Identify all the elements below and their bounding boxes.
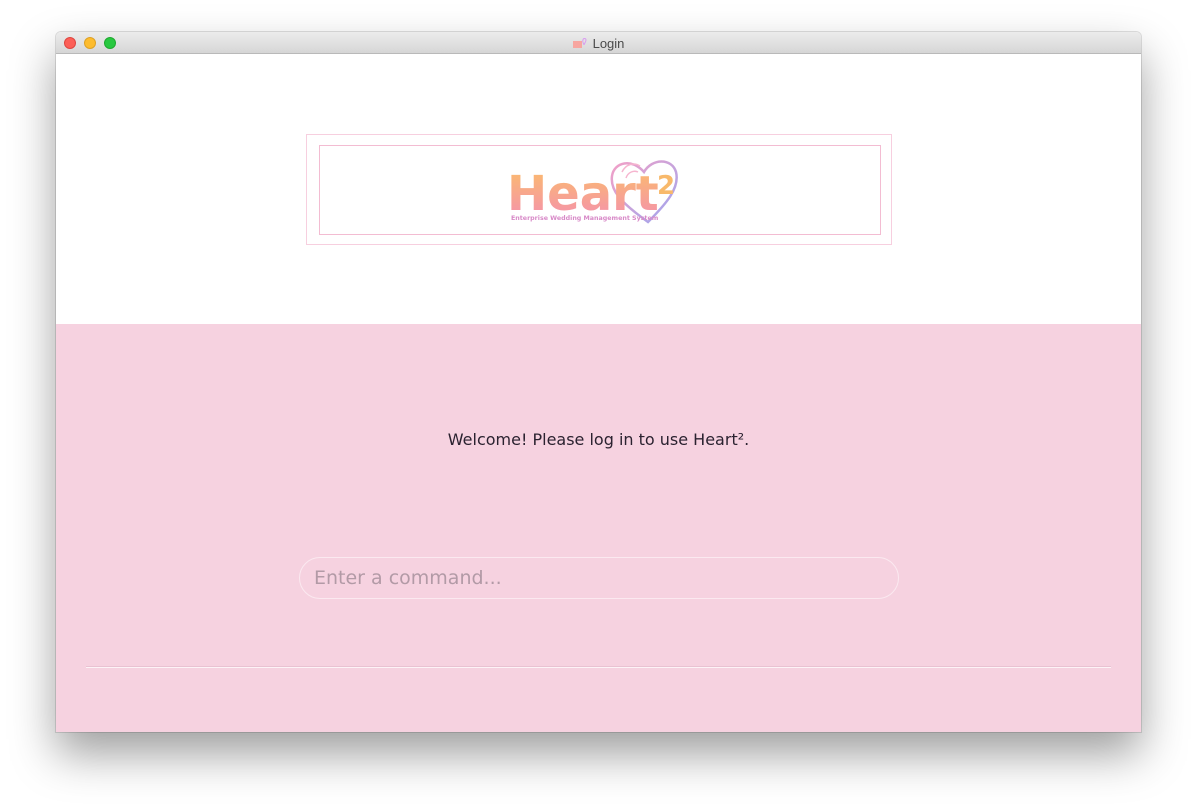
logo-frame: Heart 2 Enterprise Wedding Management Sy… xyxy=(306,134,892,245)
app-heart-icon xyxy=(572,38,587,48)
logo-tagline: Enterprise Wedding Management System xyxy=(511,215,659,222)
command-pane: Welcome! Please log in to use Heart². xyxy=(56,324,1141,732)
logo-container: Heart 2 Enterprise Wedding Management Sy… xyxy=(319,145,881,235)
window-title: Login xyxy=(592,35,625,51)
logo-superscript: 2 xyxy=(657,171,675,201)
login-window: Login Heart 2 Enterprise Wedding Managem… xyxy=(56,32,1141,732)
window-title-group: Login xyxy=(56,32,1141,54)
title-bar[interactable]: Login xyxy=(56,32,1141,54)
heart-logo: Heart 2 Enterprise Wedding Management Sy… xyxy=(510,160,678,224)
logo-wordmark: Heart xyxy=(510,166,659,222)
result-divider xyxy=(86,666,1111,668)
welcome-message: Welcome! Please log in to use Heart². xyxy=(447,430,750,449)
logo-pane: Heart 2 Enterprise Wedding Management Sy… xyxy=(56,54,1141,324)
command-input[interactable] xyxy=(299,557,899,599)
